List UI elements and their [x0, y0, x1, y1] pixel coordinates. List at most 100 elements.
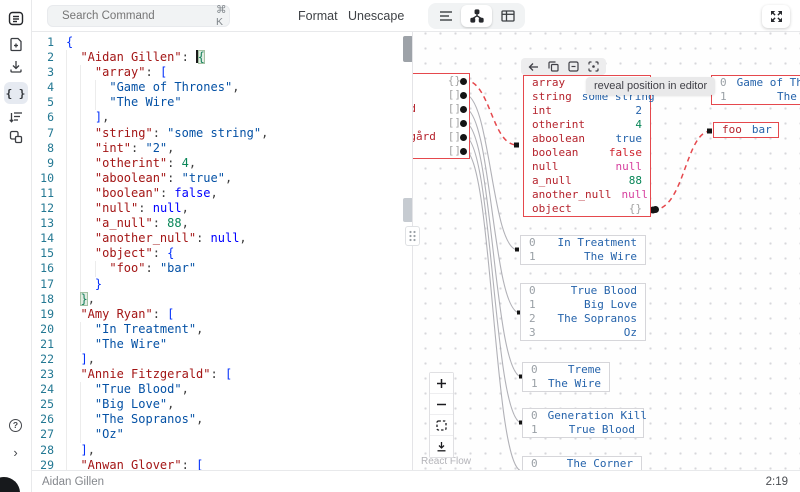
node-row[interactable]: Aidan Gillen{}: [413, 74, 469, 88]
fit-view-icon[interactable]: [430, 415, 453, 436]
code-line[interactable]: 18 },: [32, 291, 412, 307]
code-line[interactable]: 8 "int": "2",: [32, 140, 412, 156]
new-file-icon[interactable]: [4, 33, 28, 55]
connection-handle[interactable]: [652, 205, 659, 213]
code-line[interactable]: 4 "Game of Thrones",: [32, 80, 412, 96]
node-row[interactable]: Amy Ryan[]: [413, 88, 469, 102]
code-line[interactable]: 27 "Oz": [32, 427, 412, 443]
code-line[interactable]: 5 "The Wire": [32, 95, 412, 111]
code-line[interactable]: 28 ],: [32, 442, 412, 458]
graph-canvas[interactable]: Aidan Gillen{}Amy Ryan[]Annie Fitzgerald…: [412, 32, 800, 470]
node-row[interactable]: 2 The Sopranos: [521, 312, 645, 326]
unescape-button[interactable]: Unescape: [348, 0, 404, 32]
code-editor[interactable]: 1{2 "Aidan Gillen": {3 "array": [4 "Game…: [32, 32, 412, 470]
node-row[interactable]: 0 Generation Kill: [523, 409, 647, 423]
node-row[interactable]: int 2: [524, 104, 650, 118]
node-row[interactable]: object {}: [524, 202, 659, 216]
graph-node-anwan-glover[interactable]: 0 Treme 1 The Wire: [522, 362, 610, 392]
node-row[interactable]: Annie Fitzgerald []: [413, 102, 469, 116]
node-row[interactable]: aboolean true: [524, 132, 650, 146]
code-line[interactable]: 20 "In Treatment",: [32, 321, 412, 337]
code-line[interactable]: 19 "Amy Ryan": [: [32, 306, 412, 322]
node-row[interactable]: 1 The Wire: [712, 90, 800, 104]
code-line[interactable]: 7 "string": "some string",: [32, 125, 412, 141]
graph-node-root[interactable]: Aidan Gillen{}Amy Ryan[]Annie Fitzgerald…: [413, 73, 470, 159]
code-line[interactable]: 13 "a_null": 88,: [32, 216, 412, 232]
json-braces-icon[interactable]: { }: [3, 82, 28, 104]
node-row[interactable]: Clarke Peters[]: [413, 144, 469, 158]
connection-handle[interactable]: [460, 105, 467, 113]
connection-handle[interactable]: [460, 119, 467, 127]
connection-handle[interactable]: [460, 133, 467, 141]
node-row[interactable]: another_null null: [524, 188, 650, 202]
node-row[interactable]: otherint 4: [524, 118, 650, 132]
code-line[interactable]: 3 "array": [: [32, 65, 412, 81]
code-line[interactable]: 10 "aboolean": "true",: [32, 170, 412, 186]
code-line[interactable]: 2 "Aidan Gillen": {: [32, 50, 412, 66]
editor-scrollbar-thumb[interactable]: [403, 36, 412, 62]
format-button[interactable]: Format: [298, 0, 338, 32]
zoom-out-icon[interactable]: [430, 394, 453, 415]
node-row[interactable]: 0 The Corner: [523, 457, 641, 470]
node-row[interactable]: 0 Treme: [523, 363, 609, 377]
node-row[interactable]: Alexander Skarsgård []: [413, 130, 469, 144]
focus-node-icon[interactable]: [588, 61, 599, 72]
code-line[interactable]: 17 }: [32, 276, 412, 292]
search-command-box[interactable]: ⌘ K: [47, 4, 230, 28]
graph-node-alexander-skarsgard[interactable]: 0 Generation Kill 1 True Blood: [522, 408, 647, 438]
node-row[interactable]: Anwan Glover[]: [413, 116, 469, 130]
connection-handle[interactable]: [460, 147, 467, 155]
code-line[interactable]: 29 "Anwan Glover": [: [32, 457, 412, 470]
code-line[interactable]: 6 ],: [32, 110, 412, 126]
node-row[interactable]: null null: [524, 160, 650, 174]
node-row[interactable]: 3 Oz: [521, 326, 645, 340]
code-line[interactable]: 16 "foo": "bar": [32, 261, 412, 277]
code-line[interactable]: 24 "True Blood",: [32, 382, 412, 398]
help-icon[interactable]: ?: [4, 414, 28, 436]
code-line[interactable]: 21 "The Wire": [32, 336, 412, 352]
graph-node-object[interactable]: foo bar: [713, 122, 779, 138]
graph-node-amy-ryan[interactable]: 0 In Treatment 1 The Wire: [520, 235, 646, 265]
copy-icon[interactable]: [548, 61, 559, 72]
node-row[interactable]: 0 True Blood: [521, 284, 645, 298]
code-line[interactable]: 15 "object": {: [32, 246, 412, 262]
node-row[interactable]: 1 The Wire: [523, 377, 609, 391]
code-line[interactable]: 26 "The Sopranos",: [32, 412, 412, 428]
download-image-icon[interactable]: [430, 436, 453, 457]
graph-node-array[interactable]: 0 Game of Thrones 1 The Wire: [711, 75, 800, 105]
code-line[interactable]: 1{: [32, 35, 412, 50]
node-row[interactable]: boolean false: [524, 146, 650, 160]
node-row[interactable]: a_null 88: [524, 174, 650, 188]
code-line[interactable]: 14 "another_null": null,: [32, 231, 412, 247]
code-line[interactable]: 11 "boolean": false,: [32, 185, 412, 202]
panel-resize-handle[interactable]: [405, 226, 420, 246]
node-row[interactable]: 1 True Blood: [523, 423, 643, 437]
graph-node-annie-fitzgerald[interactable]: 0 True Blood 1 Big Love 2 The Sopranos 3 Oz: [520, 283, 646, 341]
back-icon[interactable]: [528, 62, 539, 72]
collapse-node-icon[interactable]: [568, 61, 579, 72]
node-row[interactable]: 1 Big Love: [521, 298, 645, 312]
code-line[interactable]: 23 "Annie Fitzgerald": [: [32, 367, 412, 383]
sort-icon[interactable]: [4, 106, 28, 128]
code-line[interactable]: 25 "Big Love",: [32, 397, 412, 413]
code-line[interactable]: 9 "otherint": 4,: [32, 155, 412, 171]
connection-handle[interactable]: [460, 77, 467, 85]
node-row[interactable]: 0 In Treatment: [521, 236, 645, 250]
node-row[interactable]: 0 Game of Thrones: [712, 76, 800, 90]
graph-view-icon[interactable]: [461, 5, 492, 27]
node-row[interactable]: 1 The Wire: [521, 250, 645, 264]
tree-view-icon[interactable]: [430, 5, 461, 27]
download-icon[interactable]: [4, 55, 28, 77]
graph-node-clarke-peters[interactable]: 0 The Corner: [522, 456, 642, 470]
expand-sidebar-icon[interactable]: ›: [4, 441, 28, 463]
connection-handle[interactable]: [460, 91, 467, 99]
code-line[interactable]: 22 ],: [32, 351, 412, 368]
table-view-icon[interactable]: [492, 5, 523, 27]
compare-icon[interactable]: [4, 126, 28, 148]
zoom-in-icon[interactable]: [430, 373, 453, 394]
node-row[interactable]: foo bar: [714, 123, 778, 137]
search-input[interactable]: [62, 10, 216, 22]
code-line[interactable]: 12 "null": null,: [32, 201, 412, 217]
graph-node-aidan-gillen[interactable]: array[]stringsome stringint2otherint4abo…: [523, 75, 659, 217]
fullscreen-icon[interactable]: [762, 5, 790, 28]
